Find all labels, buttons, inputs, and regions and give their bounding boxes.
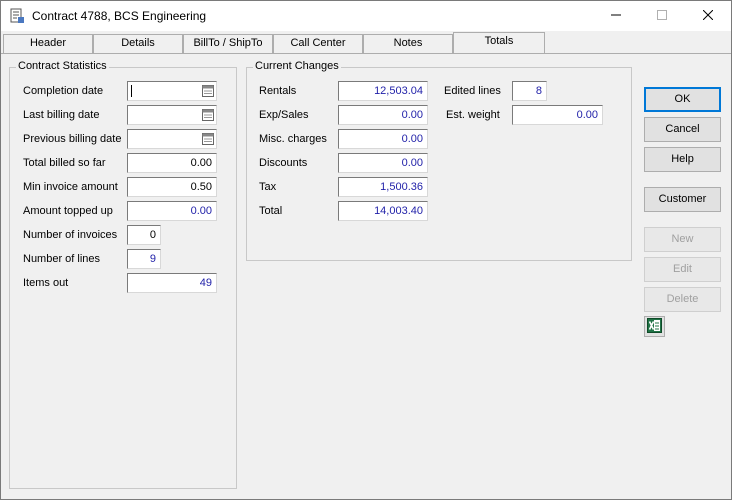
total-label: Total (259, 205, 283, 217)
maximize-icon (657, 9, 667, 23)
excel-icon (647, 317, 662, 336)
est-weight-field[interactable]: 0.00 (512, 105, 603, 125)
contract-window: Contract 4788, BCS Engineering Header De… (0, 0, 732, 500)
export-excel-button[interactable] (644, 316, 665, 337)
previous-billing-date-label: Previous billing date (23, 133, 122, 145)
tab-details[interactable]: Details (93, 34, 183, 53)
tab-header[interactable]: Header (3, 34, 93, 53)
items-out-label: Items out (23, 277, 69, 289)
current-changes-title: Current Changes (253, 60, 341, 72)
rentals-label: Rentals (259, 85, 297, 97)
tax-label: Tax (259, 181, 277, 193)
contract-statistics-title: Contract Statistics (16, 60, 109, 72)
customer-button[interactable]: Customer (644, 187, 721, 212)
calendar-icon[interactable] (202, 109, 214, 121)
delete-button[interactable]: Delete (644, 287, 721, 312)
discounts-field[interactable]: 0.00 (338, 153, 428, 173)
num-lines-label: Number of lines (23, 253, 101, 265)
discounts-label: Discounts (259, 157, 308, 169)
title-bar: Contract 4788, BCS Engineering (1, 1, 731, 31)
close-button[interactable] (685, 1, 731, 31)
tab-divider (1, 53, 731, 54)
num-lines-field[interactable]: 9 (127, 249, 161, 269)
items-out-field[interactable]: 49 (127, 273, 217, 293)
edited-lines-label: Edited lines (444, 85, 501, 97)
minimize-icon (611, 10, 621, 23)
total-field[interactable]: 14,003.40 (338, 201, 428, 221)
new-button[interactable]: New (644, 227, 721, 252)
help-button[interactable]: Help (644, 147, 721, 172)
min-invoice-label: Min invoice amount (23, 181, 118, 193)
calendar-icon[interactable] (202, 85, 214, 97)
cancel-button[interactable]: Cancel (644, 117, 721, 142)
previous-billing-date-field[interactable] (127, 129, 217, 149)
maximize-button[interactable] (639, 1, 685, 31)
minimize-button[interactable] (593, 1, 639, 31)
misc-charges-field[interactable]: 0.00 (338, 129, 428, 149)
exp-sales-label: Exp/Sales (259, 109, 309, 121)
tab-totals[interactable]: Totals (453, 32, 545, 53)
completion-date-label: Completion date (23, 85, 104, 97)
tab-call-center[interactable]: Call Center (273, 34, 363, 53)
total-billed-label: Total billed so far (23, 157, 106, 169)
calendar-icon[interactable] (202, 133, 214, 145)
total-billed-field[interactable]: 0.00 (127, 153, 217, 173)
min-invoice-field[interactable]: 0.50 (127, 177, 217, 197)
edited-lines-field[interactable]: 8 (512, 81, 547, 101)
last-billing-date-field[interactable] (127, 105, 217, 125)
window-title: Contract 4788, BCS Engineering (32, 9, 207, 23)
exp-sales-field[interactable]: 0.00 (338, 105, 428, 125)
tax-field[interactable]: 1,500.36 (338, 177, 428, 197)
est-weight-label: Est. weight (446, 109, 500, 121)
misc-charges-label: Misc. charges (259, 133, 327, 145)
last-billing-date-label: Last billing date (23, 109, 100, 121)
ok-button[interactable]: OK (644, 87, 721, 112)
text-caret (131, 85, 132, 97)
amount-topped-field[interactable]: 0.00 (127, 201, 217, 221)
tab-notes[interactable]: Notes (363, 34, 453, 53)
num-invoices-field[interactable]: 0 (127, 225, 161, 245)
document-icon (9, 8, 25, 24)
tab-strip: Header Details BillTo / ShipTo Call Cent… (1, 32, 731, 53)
completion-date-field[interactable] (127, 81, 217, 101)
num-invoices-label: Number of invoices (23, 229, 118, 241)
edit-button[interactable]: Edit (644, 257, 721, 282)
rentals-field[interactable]: 12,503.04 (338, 81, 428, 101)
close-icon (702, 9, 714, 23)
tab-billto-shipto[interactable]: BillTo / ShipTo (183, 34, 273, 53)
amount-topped-label: Amount topped up (23, 205, 113, 217)
